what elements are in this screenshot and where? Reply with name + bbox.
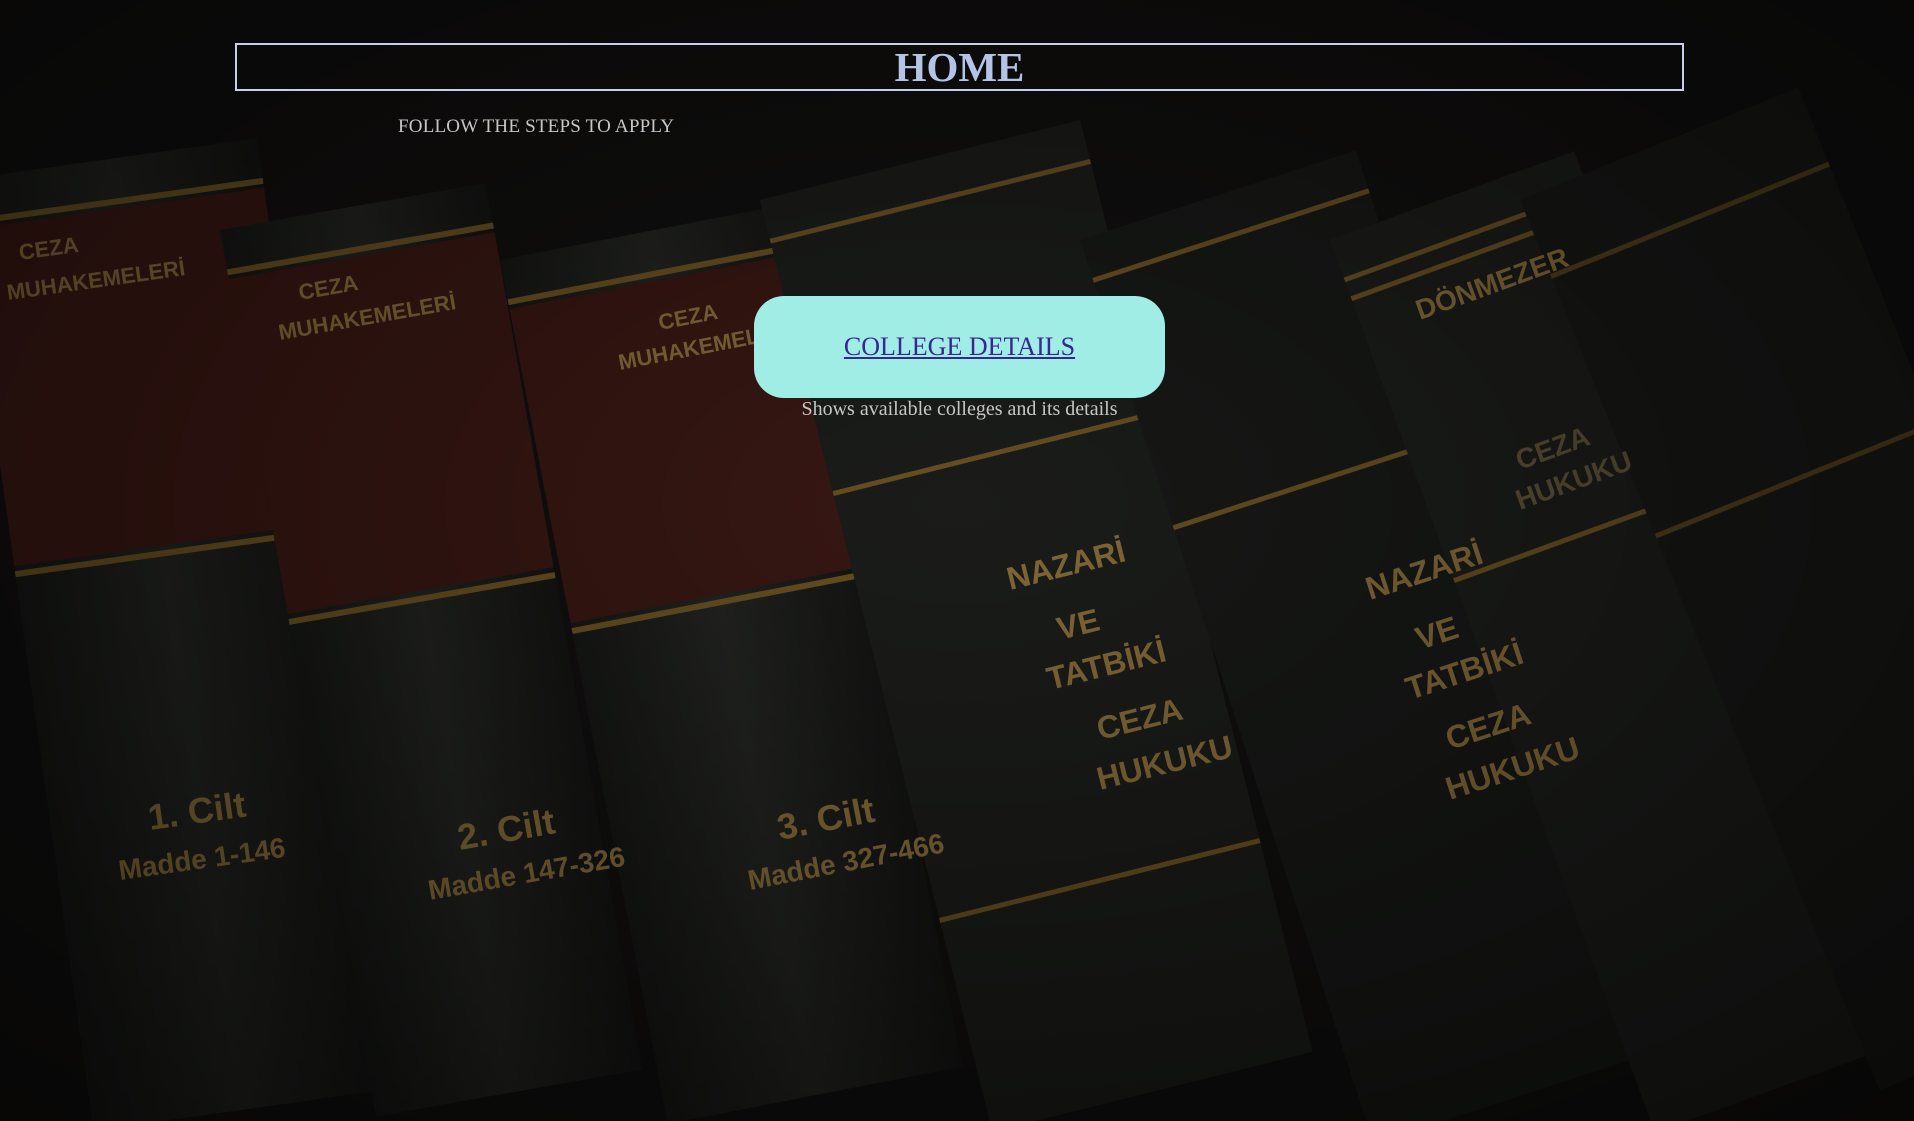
college-details-description: Shows available colleges and its details [801, 398, 1118, 420]
college-details-button[interactable]: COLLEGE DETAILS [754, 296, 1165, 398]
books-background-image: CEZA MUHAKEMELERİ CEZA MUHAKEMELERİ CEZA… [0, 0, 1914, 1121]
page-title: HOME [894, 44, 1025, 90]
apply-steps-subtitle: FOLLOW THE STEPS TO APPLY [398, 116, 675, 137]
home-header: HOME [235, 43, 1684, 91]
page: CEZA MUHAKEMELERİ CEZA MUHAKEMELERİ CEZA… [0, 0, 1914, 1121]
college-details-link[interactable]: COLLEGE DETAILS [844, 332, 1075, 362]
